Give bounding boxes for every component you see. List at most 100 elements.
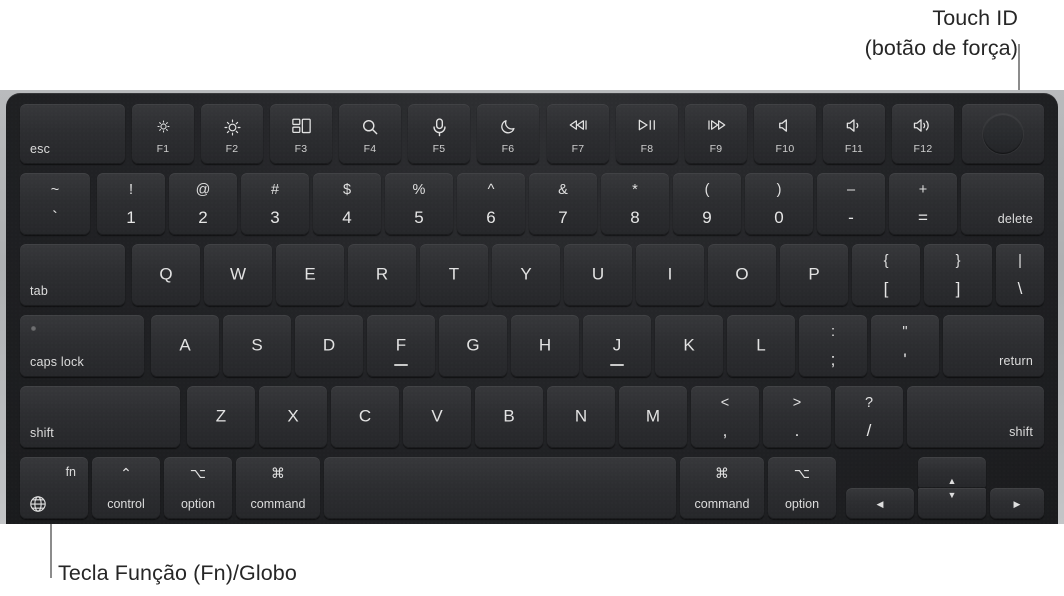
key-esc[interactable]: esc	[20, 104, 125, 164]
key-delete[interactable]: delete	[961, 173, 1044, 235]
key-c[interactable]: C	[331, 386, 399, 448]
key-slash[interactable]: ? /	[835, 386, 903, 448]
key-f12[interactable]: F12	[892, 104, 954, 164]
key-shift-right[interactable]: shift	[907, 386, 1044, 448]
key-touch-id[interactable]	[962, 104, 1044, 164]
key-fn-label: fn	[65, 465, 76, 479]
key-w[interactable]: W	[204, 244, 272, 306]
key-backslash[interactable]: | \	[996, 244, 1044, 306]
key-grave-base: `	[52, 208, 58, 227]
key-6[interactable]: ^ 6	[457, 173, 525, 235]
key-7[interactable]: & 7	[529, 173, 597, 235]
key-b[interactable]: B	[475, 386, 543, 448]
key-p-label: P	[808, 264, 820, 284]
key-0[interactable]: ) 0	[745, 173, 813, 235]
key-3[interactable]: # 3	[241, 173, 309, 235]
key-4[interactable]: $ 4	[313, 173, 381, 235]
key-a[interactable]: A	[151, 315, 219, 377]
key-fn[interactable]: fn	[20, 457, 88, 519]
key-t[interactable]: T	[420, 244, 488, 306]
key-f1[interactable]: F1	[132, 104, 194, 164]
key-o-label: O	[735, 264, 749, 284]
key-quote[interactable]: " '	[871, 315, 939, 377]
key-option-left[interactable]: ⌥ option	[164, 457, 232, 519]
key-y[interactable]: Y	[492, 244, 560, 306]
key-period[interactable]: > .	[763, 386, 831, 448]
key-bracket-left[interactable]: { [	[852, 244, 920, 306]
key-f6[interactable]: F6	[477, 104, 539, 164]
key-grave[interactable]: ~ `	[20, 173, 90, 235]
key-period-base: .	[794, 421, 800, 440]
brightness-down-icon	[132, 118, 194, 135]
key-2[interactable]: @ 2	[169, 173, 237, 235]
key-f9[interactable]: F9	[685, 104, 747, 164]
key-f11-number: F11	[844, 143, 864, 155]
key-comma[interactable]: < ,	[691, 386, 759, 448]
option-symbol-icon: ⌥	[189, 465, 207, 481]
key-f1-number: F1	[156, 143, 170, 155]
key-g[interactable]: G	[439, 315, 507, 377]
key-equal[interactable]: + =	[889, 173, 957, 235]
key-1[interactable]: ! 1	[97, 173, 165, 235]
key-l[interactable]: L	[727, 315, 795, 377]
key-j[interactable]: J	[583, 315, 651, 377]
key-2-shift: @	[195, 182, 211, 198]
key-shift-right-label: shift	[1009, 425, 1033, 439]
key-f[interactable]: F	[367, 315, 435, 377]
key-p[interactable]: P	[780, 244, 848, 306]
key-1-base: 1	[126, 208, 136, 227]
key-control[interactable]: ⌃ control	[92, 457, 160, 519]
key-command-right[interactable]: ⌘ command	[680, 457, 764, 519]
key-e[interactable]: E	[276, 244, 344, 306]
key-o[interactable]: O	[708, 244, 776, 306]
key-bracket-left-base: [	[883, 279, 889, 298]
key-space[interactable]	[324, 457, 676, 519]
key-arrow-down[interactable]: ▼	[918, 488, 986, 519]
key-v[interactable]: V	[403, 386, 471, 448]
key-q[interactable]: Q	[132, 244, 200, 306]
volume-up-icon	[892, 118, 954, 133]
key-f5-number: F5	[432, 143, 446, 155]
key-k[interactable]: K	[655, 315, 723, 377]
key-f2[interactable]: F2	[201, 104, 263, 164]
key-shift-left[interactable]: shift	[20, 386, 180, 448]
key-f10[interactable]: F10	[754, 104, 816, 164]
key-n[interactable]: N	[547, 386, 615, 448]
key-f3[interactable]: F3	[270, 104, 332, 164]
key-f4[interactable]: F4	[339, 104, 401, 164]
key-minus[interactable]: – -	[817, 173, 885, 235]
key-option-right[interactable]: ⌥ option	[768, 457, 836, 519]
key-bracket-right[interactable]: } ]	[924, 244, 992, 306]
key-x[interactable]: X	[259, 386, 327, 448]
key-v-label: V	[431, 406, 443, 426]
key-arrow-right[interactable]: ▶	[990, 488, 1044, 519]
key-s[interactable]: S	[223, 315, 291, 377]
key-u[interactable]: U	[564, 244, 632, 306]
key-f7[interactable]: F7	[547, 104, 609, 164]
key-arrow-left[interactable]: ◀	[846, 488, 914, 519]
key-i[interactable]: I	[636, 244, 704, 306]
key-caps-lock[interactable]: caps lock	[20, 315, 144, 377]
key-5[interactable]: % 5	[385, 173, 453, 235]
key-return[interactable]: return	[943, 315, 1044, 377]
key-9[interactable]: ( 9	[673, 173, 741, 235]
key-command-left[interactable]: ⌘ command	[236, 457, 320, 519]
key-tab[interactable]: tab	[20, 244, 125, 306]
key-f11[interactable]: F11	[823, 104, 885, 164]
key-f8[interactable]: F8	[616, 104, 678, 164]
key-minus-shift: –	[846, 182, 856, 198]
homing-bar-j-icon	[610, 364, 624, 366]
key-f5[interactable]: F5	[408, 104, 470, 164]
key-semicolon[interactable]: : ;	[799, 315, 867, 377]
key-arrow-up[interactable]: ▲	[918, 457, 986, 488]
play-pause-icon	[616, 118, 678, 132]
key-d[interactable]: D	[295, 315, 363, 377]
key-f10-number: F10	[775, 143, 795, 155]
key-4-shift: $	[342, 182, 352, 198]
key-z[interactable]: Z	[187, 386, 255, 448]
key-h[interactable]: H	[511, 315, 579, 377]
key-r[interactable]: R	[348, 244, 416, 306]
key-8[interactable]: * 8	[601, 173, 669, 235]
key-m[interactable]: M	[619, 386, 687, 448]
volume-mute-icon	[754, 118, 816, 133]
